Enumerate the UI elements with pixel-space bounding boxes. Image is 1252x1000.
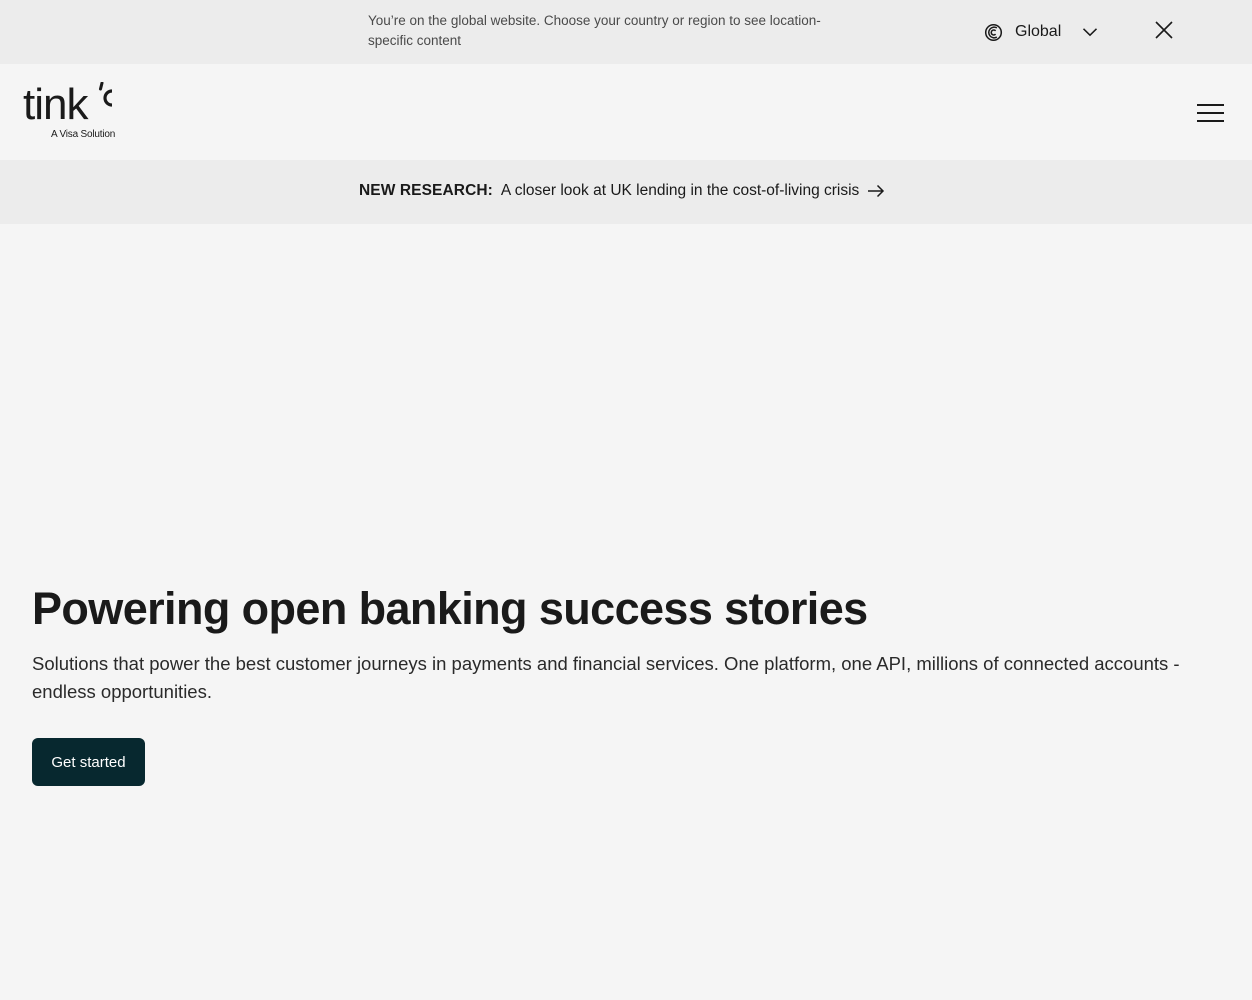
arrow-right-icon <box>868 184 885 198</box>
get-started-button[interactable]: Get started <box>32 738 145 786</box>
hero-subtitle: Solutions that power the best customer j… <box>32 653 1180 702</box>
region-banner-message: You’re on the global website. Choose you… <box>368 13 821 48</box>
hamburger-menu-icon[interactable] <box>1197 102 1225 124</box>
site-header: tink A Visa Solution <box>0 64 1252 160</box>
region-selector[interactable]: Global <box>984 19 1098 45</box>
announcement-text: A closer look at UK lending in the cost-… <box>500 182 860 199</box>
research-link[interactable]: NEW RESEARCH: A closer look at UK lendin… <box>359 182 885 200</box>
announcement-bar: NEW RESEARCH: A closer look at UK lendin… <box>0 160 1252 224</box>
logo-wordmark: tink <box>23 80 88 129</box>
region-selector-label: Global <box>1015 23 1062 40</box>
hero-title: Powering open banking success stories <box>32 583 868 634</box>
logo-subtitle: A Visa Solution <box>51 129 116 140</box>
chevron-down-icon <box>1083 28 1098 37</box>
announcement-label: NEW RESEARCH: <box>359 182 493 199</box>
close-banner-button[interactable] <box>1153 19 1175 41</box>
globe-icon <box>984 23 1003 41</box>
logo-mark-icon <box>99 82 113 107</box>
tink-logo[interactable]: tink A Visa Solution <box>23 80 123 142</box>
region-banner: You’re on the global website. Choose you… <box>0 0 1252 64</box>
close-icon <box>1155 21 1173 39</box>
